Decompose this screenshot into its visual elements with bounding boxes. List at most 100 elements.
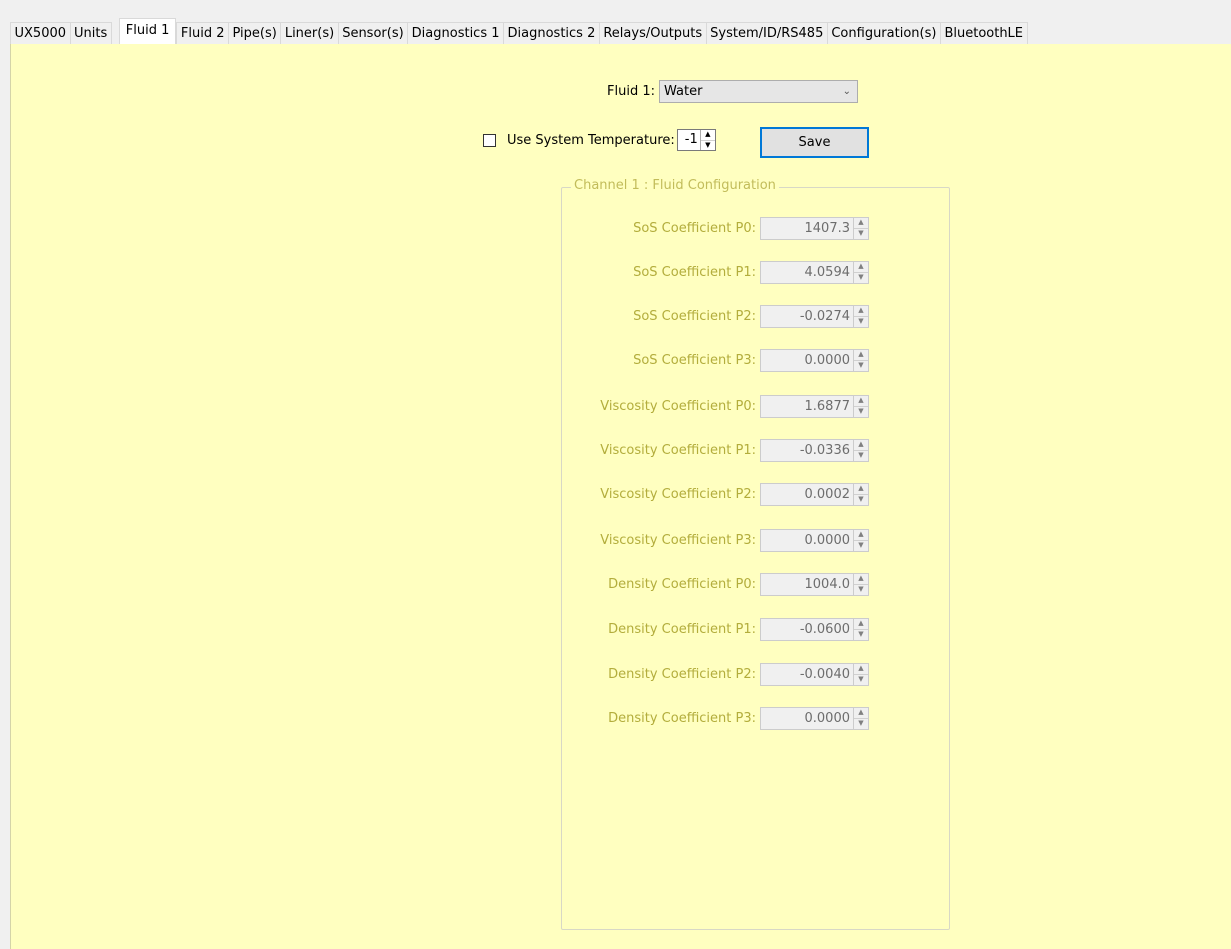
spin-down-icon: ▼ <box>858 451 864 459</box>
spin-up-icon: ▲ <box>854 708 868 719</box>
coefficient-row-sos-p2: SoS Coefficient P2: -0.0274 ▲ ▼ <box>633 305 869 328</box>
spin-down-icon: ▼ <box>858 407 864 415</box>
tab-units[interactable]: Units <box>69 22 112 44</box>
save-button[interactable]: Save <box>760 127 869 158</box>
coefficient-value: 1004.0 <box>804 577 851 592</box>
spin-down-icon[interactable]: ▼ <box>701 141 715 151</box>
tab-ux5000[interactable]: UX5000 <box>10 22 71 44</box>
coefficient-value: -0.0040 <box>799 667 850 682</box>
temperature-value: -1 <box>684 132 698 147</box>
coefficient-spinner-arrows: ▲ ▼ <box>853 664 868 685</box>
coefficient-value: 0.0000 <box>804 533 851 548</box>
coefficient-label: Density Coefficient P1: <box>608 622 756 637</box>
spin-down-icon: ▼ <box>858 273 864 281</box>
spin-down-icon: ▼ <box>858 675 864 683</box>
temperature-spinner-arrows: ▲ ▼ <box>699 130 715 151</box>
spin-down-icon: ▼ <box>858 495 864 503</box>
coefficient-value: -0.0274 <box>799 309 850 324</box>
spin-up-icon: ▲ <box>854 396 868 407</box>
coefficient-row-density-p2: Density Coefficient P2: -0.0040 ▲ ▼ <box>608 663 869 686</box>
coefficient-spinner: 0.0002 ▲ ▼ <box>760 483 869 506</box>
coefficient-row-sos-p1: SoS Coefficient P1: 4.0594 ▲ ▼ <box>633 261 869 284</box>
fluid-selector-row: Fluid 1: Water ⌄ <box>607 80 858 103</box>
channel-1-fluid-configuration-group: Channel 1 : Fluid Configuration SoS Coef… <box>561 178 950 930</box>
tab-bar: UX5000 Units Fluid 1 Fluid 2 Pipe(s) Lin… <box>10 18 1231 44</box>
spin-up-icon: ▲ <box>854 306 868 317</box>
coefficient-spinner-arrows: ▲ ▼ <box>853 574 868 595</box>
coefficient-spinner: -0.0040 ▲ ▼ <box>760 663 869 686</box>
use-system-temperature-checkbox[interactable] <box>483 133 496 147</box>
coefficient-label: Viscosity Coefficient P2: <box>600 487 756 502</box>
tab-fluid-1[interactable]: Fluid 1 <box>118 18 177 44</box>
spin-up-icon: ▲ <box>854 484 868 495</box>
spin-up-icon: ▲ <box>854 619 868 630</box>
coefficient-label: Density Coefficient P2: <box>608 667 756 682</box>
coefficient-value: -0.0600 <box>799 622 850 637</box>
coefficient-value: 4.0594 <box>804 265 851 280</box>
coefficient-value: 0.0000 <box>804 353 851 368</box>
spin-down-icon: ▼ <box>858 630 864 638</box>
temperature-spinner[interactable]: -1 ▲ ▼ <box>676 129 716 151</box>
coefficient-row-viscosity-p2: Viscosity Coefficient P2: 0.0002 ▲ ▼ <box>600 483 869 506</box>
coefficient-spinner: -0.0336 ▲ ▼ <box>760 439 869 462</box>
temperature-row: Use System Temperature: -1 ▲ ▼ <box>483 129 716 151</box>
coefficient-spinner: 0.0000 ▲ ▼ <box>760 707 869 730</box>
coefficient-spinner: -0.0274 ▲ ▼ <box>760 305 869 328</box>
coefficient-label: Density Coefficient P3: <box>608 711 756 726</box>
coefficient-row-viscosity-p3: Viscosity Coefficient P3: 0.0000 ▲ ▼ <box>600 529 869 552</box>
spin-up-icon: ▲ <box>854 218 868 229</box>
coefficient-value: 0.0002 <box>804 487 851 502</box>
coefficient-row-sos-p0: SoS Coefficient P0: 1407.3 ▲ ▼ <box>633 217 869 240</box>
coefficient-spinner: 1.6877 ▲ ▼ <box>760 395 869 418</box>
tab-diagnostics-2[interactable]: Diagnostics 2 <box>503 22 600 44</box>
coefficient-row-density-p1: Density Coefficient P1: -0.0600 ▲ ▼ <box>608 618 869 641</box>
coefficient-spinner-arrows: ▲ ▼ <box>853 262 868 283</box>
coefficient-label: SoS Coefficient P1: <box>633 265 756 280</box>
coefficient-spinner: 0.0000 ▲ ▼ <box>760 529 869 552</box>
coefficient-spinner: 0.0000 ▲ ▼ <box>760 349 869 372</box>
coefficient-row-viscosity-p0: Viscosity Coefficient P0: 1.6877 ▲ ▼ <box>600 395 869 418</box>
fluid-dropdown-value: Water <box>663 84 703 99</box>
coefficient-spinner-arrows: ▲ ▼ <box>853 350 868 371</box>
tab-system-id-rs485[interactable]: System/ID/RS485 <box>705 22 828 44</box>
tab-sensors[interactable]: Sensor(s) <box>337 22 409 44</box>
coefficient-label: Viscosity Coefficient P3: <box>600 533 756 548</box>
coefficient-label: Viscosity Coefficient P1: <box>600 443 756 458</box>
tab-diagnostics-1[interactable]: Diagnostics 1 <box>407 22 505 44</box>
coefficient-row-viscosity-p1: Viscosity Coefficient P1: -0.0336 ▲ ▼ <box>600 439 869 462</box>
coefficient-spinner-arrows: ▲ ▼ <box>853 619 868 640</box>
spin-down-icon: ▼ <box>858 719 864 727</box>
coefficient-spinner: 1407.3 ▲ ▼ <box>760 217 869 240</box>
tab-liners[interactable]: Liner(s) <box>280 22 339 44</box>
coefficient-label: SoS Coefficient P2: <box>633 309 756 324</box>
tab-bluetoothle[interactable]: BluetoothLE <box>939 22 1028 44</box>
spin-up-icon: ▲ <box>854 440 868 451</box>
tab-pipes[interactable]: Pipe(s) <box>227 22 282 44</box>
spin-up-icon[interactable]: ▲ <box>700 130 715 141</box>
coefficient-value: 1407.3 <box>804 221 851 236</box>
fluid-label: Fluid 1: <box>607 84 655 99</box>
coefficient-spinner-arrows: ▲ ▼ <box>853 530 868 551</box>
coefficient-row-sos-p3: SoS Coefficient P3: 0.0000 ▲ ▼ <box>633 349 869 372</box>
coefficient-spinner-arrows: ▲ ▼ <box>853 708 868 729</box>
coefficient-label: Viscosity Coefficient P0: <box>600 399 756 414</box>
coefficient-spinner-arrows: ▲ ▼ <box>853 218 868 239</box>
spin-down-icon: ▼ <box>858 541 864 549</box>
spin-down-icon: ▼ <box>858 585 864 593</box>
spin-up-icon: ▲ <box>854 350 868 361</box>
spin-down-icon: ▼ <box>858 229 864 237</box>
coefficient-spinner-arrows: ▲ ▼ <box>853 484 868 505</box>
fluid-dropdown[interactable]: Water ⌄ <box>658 80 858 103</box>
coefficient-label: SoS Coefficient P3: <box>633 353 756 368</box>
spin-up-icon: ▲ <box>854 574 868 585</box>
tab-relays-outputs[interactable]: Relays/Outputs <box>598 22 707 44</box>
coefficient-row-density-p3: Density Coefficient P3: 0.0000 ▲ ▼ <box>608 707 869 730</box>
spin-up-icon: ▲ <box>854 262 868 273</box>
coefficient-value: 0.0000 <box>804 711 851 726</box>
spin-up-icon: ▲ <box>854 530 868 541</box>
tab-fluid-2[interactable]: Fluid 2 <box>176 22 229 44</box>
spin-down-icon: ▼ <box>858 317 864 325</box>
coefficient-label: Density Coefficient P0: <box>608 577 756 592</box>
tab-configurations[interactable]: Configuration(s) <box>826 22 941 44</box>
coefficient-spinner: -0.0600 ▲ ▼ <box>760 618 869 641</box>
